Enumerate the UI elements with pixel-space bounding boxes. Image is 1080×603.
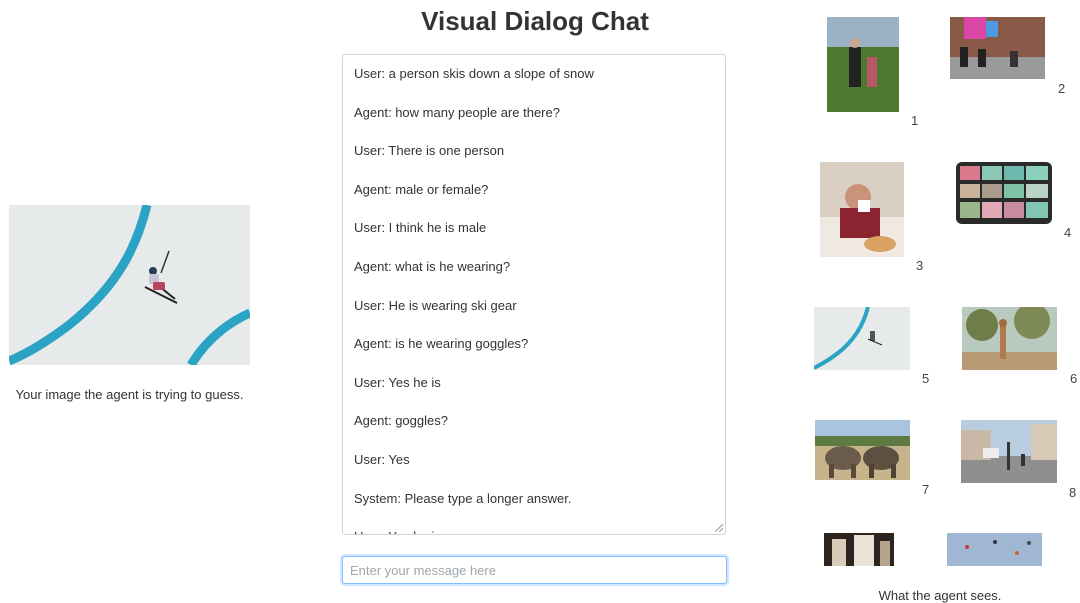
thumb-number: 1 <box>911 113 919 128</box>
photo-image <box>824 533 894 566</box>
photo-image <box>815 420 910 480</box>
gallery-thumb-3[interactable] <box>820 162 904 257</box>
gallery-thumb-4[interactable] <box>956 162 1052 224</box>
skier-photo <box>9 205 250 365</box>
gallery-thumb-1[interactable] <box>827 17 899 112</box>
thumb-number: 5 <box>922 371 930 386</box>
gallery-thumb-9[interactable] <box>824 533 894 566</box>
gallery-thumb-7[interactable] <box>815 420 910 480</box>
chat-message: User: a person skis down a slope of snow <box>354 66 594 81</box>
page-title: Visual Dialog Chat <box>421 6 649 36</box>
chat-message: User: I think he is male <box>354 220 487 236</box>
chat-message: Agent: goggles? <box>354 413 448 429</box>
thumb-number: 7 <box>922 482 930 497</box>
photo-image <box>962 307 1057 370</box>
chat-message: Agent: is he wearing goggles? <box>354 336 529 352</box>
gallery-thumb-5[interactable] <box>814 307 910 370</box>
message-input[interactable] <box>342 556 727 584</box>
chat-message: User: Yes he is <box>343 518 725 534</box>
chat-log[interactable]: User: a person skis down a slope of snow… <box>342 54 726 535</box>
gallery-thumb-2[interactable] <box>950 17 1045 79</box>
chat-message: User: Yes <box>354 451 410 467</box>
target-image <box>9 205 250 365</box>
thumb-number: 4 <box>1064 225 1072 240</box>
gallery-thumb-8[interactable] <box>961 420 1057 483</box>
photo-image <box>961 420 1057 483</box>
photo-image <box>820 162 904 257</box>
photo-image <box>950 17 1045 79</box>
chat-message: User: Yes he is <box>354 374 441 390</box>
photo-image <box>947 533 1042 566</box>
resize-grip-icon[interactable] <box>715 524 723 532</box>
thumb-number: 6 <box>1070 371 1078 386</box>
gallery-thumb-6[interactable] <box>962 307 1057 370</box>
chat-message: User: He is wearing ski gear <box>354 297 517 313</box>
chat-message: Agent: male or female? <box>354 181 489 197</box>
chat-message: Agent: how many people are there? <box>354 104 560 120</box>
photo-image <box>814 307 910 370</box>
chat-message: Agent: what is he wearing? <box>354 258 511 274</box>
thumb-number: 3 <box>916 258 924 273</box>
target-caption: Your image the agent is trying to guess. <box>15 387 244 402</box>
gallery-thumb-10[interactable] <box>947 533 1042 566</box>
chat-message: User: There is one person <box>354 143 505 159</box>
gallery-caption: What the agent sees. <box>878 588 1002 603</box>
thumb-number: 2 <box>1058 81 1066 96</box>
photo-image <box>956 162 1052 224</box>
chat-message: System: Please type a longer answer. <box>354 490 572 506</box>
photo-image <box>827 17 899 112</box>
thumb-number: 8 <box>1069 485 1077 500</box>
